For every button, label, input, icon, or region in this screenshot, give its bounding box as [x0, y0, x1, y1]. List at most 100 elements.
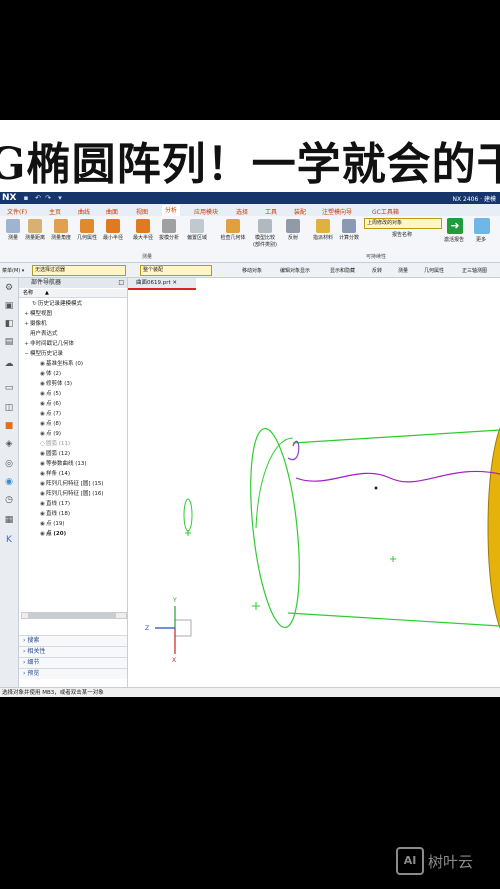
tree-row[interactable]: ◉阵列几何特征 [圆] (15) [39, 479, 104, 489]
show-hide-button[interactable]: 显示和隐藏 [330, 267, 355, 274]
point-on-spline[interactable] [374, 486, 378, 490]
tree-row[interactable]: −模型历史记录 [23, 349, 63, 359]
arc-11[interactable] [255, 437, 294, 529]
point-20[interactable] [390, 556, 396, 562]
max-radius-button[interactable]: 最大半径 [130, 219, 156, 241]
toolbar-measure-button[interactable]: 测量 [398, 267, 408, 274]
selection-filter[interactable]: 无选择过滤器 [32, 265, 126, 276]
trimetric-view-button[interactable]: 正三轴测图 [462, 267, 487, 274]
tab-gc-toolkit[interactable]: GC工具箱 [372, 207, 399, 216]
tree-row[interactable]: ↻历史记录建模模式 [31, 299, 82, 309]
tree-row[interactable]: ◉点 (8) [39, 419, 61, 429]
tree-row[interactable]: ◉阵列几何特征 [圆] (16) [39, 489, 104, 499]
tree-row[interactable]: ◉等参数曲线 (13) [39, 459, 86, 469]
globe-icon[interactable]: ◉ [3, 476, 15, 488]
constraint-icon[interactable]: ▤ [3, 336, 15, 348]
history-icon[interactable]: ▭ [3, 382, 15, 394]
panel-dependencies[interactable]: › 相关性 [19, 646, 127, 657]
tree-row[interactable]: ◌圆弧 (11) [39, 439, 70, 449]
offset-region-button[interactable]: 偏置区域 [184, 219, 210, 241]
undo-icon[interactable]: ↶ [34, 194, 42, 202]
panel-search[interactable]: › 搜索 [19, 635, 127, 646]
tree-row[interactable]: ◉修剪体 (3) [39, 379, 72, 389]
tree-row[interactable]: ◉点 (9) [39, 429, 61, 439]
knowledge-icon[interactable]: K [3, 534, 15, 546]
menu-button[interactable]: 菜单(M) ▾ [2, 267, 24, 274]
selection-scope[interactable]: 整个装配 [140, 265, 212, 276]
tree-row[interactable]: ◉体 (2) [39, 369, 61, 379]
reuse-library-icon[interactable]: ☁ [3, 358, 15, 370]
solid-body[interactable] [487, 416, 500, 640]
tree-row[interactable]: ◉直线 (18) [39, 509, 70, 519]
column-header[interactable]: 名称 ▲ [19, 289, 127, 298]
tree-row[interactable]: +非时间戳记几何体 [23, 339, 74, 349]
reflection-button[interactable]: 反射 [280, 219, 306, 241]
tab-curve[interactable]: 曲线 [78, 207, 90, 216]
tab-analysis[interactable]: 分析 [162, 205, 181, 216]
edit-display-button[interactable]: 编辑对象显示 [280, 267, 310, 274]
spline-14[interactable] [295, 470, 500, 483]
check-geometry-button[interactable]: 检查几何体 [220, 219, 246, 241]
tab-assembly[interactable]: 装配 [294, 207, 306, 216]
tab-mold-wizard[interactable]: 注塑模向导 [322, 207, 352, 216]
save-icon[interactable]: ▪ [22, 194, 30, 202]
system-materials-icon[interactable]: ◎ [3, 458, 15, 470]
graphics-window[interactable]: 曲面0619.prt ✕ Y Z X [128, 278, 500, 687]
panel-preview[interactable]: › 预览 [19, 668, 127, 679]
tree-row[interactable]: ◉直线 (17) [39, 499, 70, 509]
min-radius-button[interactable]: 最小半径 [100, 219, 126, 241]
web-browser-icon[interactable]: ◫ [3, 402, 15, 414]
reverse-button[interactable]: 反转 [372, 267, 382, 274]
cylinder-top-edge[interactable] [292, 429, 500, 444]
move-object-button[interactable]: 移动对象 [242, 267, 262, 274]
maximize-icon[interactable]: □ [118, 278, 124, 288]
point-17[interactable] [252, 602, 260, 610]
assign-material-button[interactable]: 指派材料 [310, 219, 336, 241]
tree-row[interactable]: ◉样条 (14) [39, 469, 70, 479]
tree-row[interactable]: ◉点 (19) [39, 519, 64, 529]
activate-report-button[interactable]: ➜ [447, 218, 463, 234]
settings-icon[interactable]: ⚙ [3, 282, 15, 294]
tree-row[interactable]: ◉点 (7) [39, 409, 61, 419]
redo-icon[interactable]: ↷ [44, 194, 52, 202]
measure-distance-button[interactable]: 测量距离 [22, 219, 48, 241]
cylinder-bottom-edge[interactable] [287, 612, 500, 627]
tree-row[interactable]: ◉圆弧 (12) [39, 449, 70, 459]
tree-row[interactable]: 用户表达式 [23, 329, 58, 339]
part-nav-icon[interactable]: ◧ [3, 318, 15, 330]
point-19[interactable] [185, 530, 191, 536]
scroll-thumb[interactable] [28, 613, 116, 618]
model-view[interactable]: Y Z X [128, 278, 500, 687]
tree-row[interactable]: +摄像机 [23, 319, 46, 329]
tree-row[interactable]: ◉点 (6) [39, 399, 61, 409]
tree-row[interactable]: ◉点 (20) [39, 529, 66, 539]
process-studio-icon[interactable]: ■ [3, 420, 15, 432]
tab-select[interactable]: 选择 [236, 207, 248, 216]
tree-row[interactable]: ◉基准坐标系 (0) [39, 359, 83, 369]
compute-score-button[interactable]: 计算分数 [336, 219, 362, 241]
palette-icon[interactable]: ▦ [3, 514, 15, 526]
assembly-nav-icon[interactable]: ▣ [3, 300, 15, 312]
model-compare-button[interactable]: 模型比较(部件类别) [252, 219, 278, 248]
tab-home[interactable]: 主页 [49, 207, 61, 216]
tab-view[interactable]: 视图 [136, 207, 148, 216]
tab-file[interactable]: 文件(F) [7, 207, 27, 216]
roles-icon[interactable]: ◈ [3, 438, 15, 450]
tab-surface[interactable]: 曲面 [106, 207, 118, 216]
report-select[interactable]: 上周修改的对象 [364, 218, 442, 229]
tab-applications[interactable]: 应用模块 [194, 207, 218, 216]
panel-details[interactable]: › 细节 [19, 657, 127, 668]
measure-angle-button[interactable]: 测量角度 [48, 219, 74, 241]
spline-start[interactable] [287, 440, 300, 461]
geometry-props-button[interactable]: 几何属性 [74, 219, 100, 241]
tree-row[interactable]: ◉点 (5) [39, 389, 61, 399]
nav-scrollbar[interactable] [21, 612, 127, 619]
clock-icon[interactable]: ◷ [3, 494, 15, 506]
quick-access-icon[interactable]: ▾ [56, 194, 64, 202]
pattern-ellipse[interactable] [183, 498, 193, 532]
tree-row[interactable]: +模型视图 [23, 309, 52, 319]
more-button[interactable] [474, 218, 490, 234]
draft-analysis-button[interactable]: 拔模分析 [156, 219, 182, 241]
toolbar-geometry-button[interactable]: 几何属性 [424, 267, 444, 274]
arc-12[interactable] [243, 426, 308, 630]
